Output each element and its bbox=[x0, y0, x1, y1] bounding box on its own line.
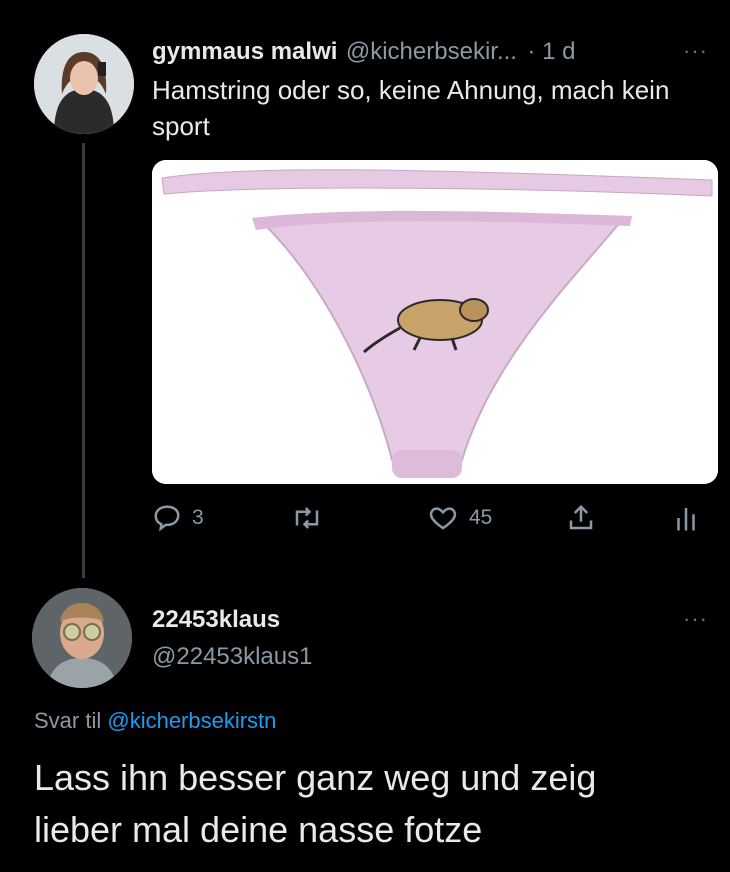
share-icon bbox=[569, 504, 593, 530]
like-count: 45 bbox=[469, 506, 493, 529]
thong-image bbox=[152, 160, 718, 484]
reply-to-line: Svar til @kicherbsekirstn bbox=[34, 708, 276, 734]
reply-count: 3 bbox=[192, 506, 204, 529]
reply-author-handle[interactable]: @22453klaus1 bbox=[152, 643, 312, 671]
share-action[interactable] bbox=[566, 503, 596, 533]
reply-to-mention[interactable]: @kicherbsekirstn bbox=[107, 708, 276, 733]
heart-icon bbox=[429, 507, 457, 530]
reply-text: Lass ihn besser ganz weg und zeig lieber… bbox=[34, 757, 597, 850]
reply-action[interactable]: 3 bbox=[152, 503, 204, 533]
tweet-more-icon[interactable]: ··· bbox=[683, 38, 708, 64]
tweet-media[interactable] bbox=[152, 160, 718, 484]
reply-author-avatar[interactable] bbox=[32, 588, 132, 688]
author-handle[interactable]: @kicherbsekir... bbox=[346, 38, 517, 65]
reply-icon bbox=[154, 505, 180, 532]
retweet-icon bbox=[295, 507, 319, 529]
tweet-text: Hamstring oder so, keine Ahnung, mach ke… bbox=[152, 75, 670, 141]
author-avatar[interactable] bbox=[34, 34, 134, 134]
reply-to-prefix: Svar til bbox=[34, 708, 108, 733]
tweet-header: gymmaus malwi @kicherbsekir... · 1 d bbox=[152, 38, 575, 66]
reply-more-icon[interactable]: ··· bbox=[683, 606, 708, 632]
tweet-time[interactable]: · 1 d bbox=[527, 38, 575, 65]
analytics-action[interactable] bbox=[674, 503, 698, 533]
retweet-action[interactable] bbox=[290, 503, 324, 533]
like-action[interactable]: 45 bbox=[427, 503, 492, 533]
analytics-icon bbox=[677, 508, 695, 531]
reply-author-name[interactable]: 22453klaus bbox=[152, 606, 280, 634]
author-name[interactable]: gymmaus malwi bbox=[152, 38, 337, 65]
thread-line bbox=[82, 143, 85, 578]
